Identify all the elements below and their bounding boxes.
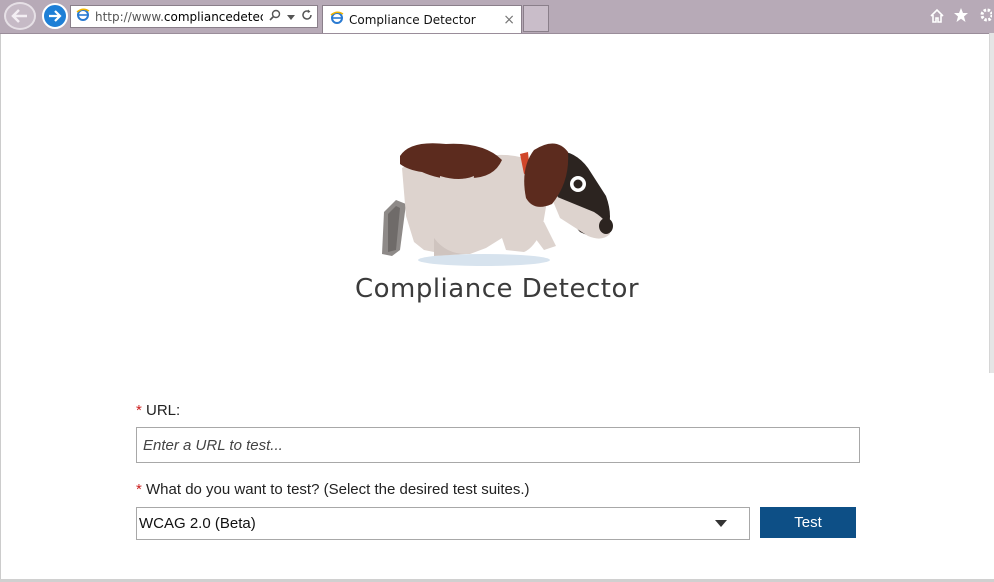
back-button[interactable] — [4, 2, 36, 30]
required-marker: * — [136, 481, 142, 498]
test-suite-label-text: What do you want to test? (Select the de… — [146, 481, 530, 498]
test-button[interactable]: Test — [760, 507, 856, 538]
home-icon[interactable] — [928, 6, 946, 24]
gear-icon[interactable] — [976, 6, 994, 24]
test-suite-selected-value: WCAG 2.0 (Beta) — [139, 515, 256, 532]
dog-logo — [382, 143, 613, 266]
arrow-left-icon — [11, 9, 27, 23]
tab-title: Compliance Detector — [349, 12, 476, 27]
test-suite-select[interactable]: WCAG 2.0 (Beta) — [136, 507, 750, 540]
address-domain: compliancedetec... — [163, 9, 263, 24]
browser-toolbar: http://www.compliancedetec... Compliance… — [0, 0, 994, 34]
refresh-icon[interactable] — [301, 9, 313, 24]
required-marker: * — [136, 402, 142, 419]
address-bar[interactable]: http://www.compliancedetec... — [70, 5, 318, 28]
ie-tab-icon — [330, 11, 344, 28]
url-input[interactable] — [136, 427, 860, 463]
new-tab-button[interactable] — [523, 5, 549, 32]
test-suite-label: * What do you want to test? (Select the … — [136, 481, 530, 498]
search-icon[interactable] — [269, 9, 281, 24]
tab-compliance-detector[interactable]: Compliance Detector × — [322, 5, 522, 33]
ie-page-icon — [76, 8, 90, 25]
forward-button[interactable] — [42, 3, 68, 29]
url-label: * URL: — [136, 402, 180, 419]
brand-title: Compliance Detector — [354, 274, 640, 304]
arrow-right-icon — [49, 10, 62, 22]
chevron-down-icon — [715, 520, 727, 527]
scrollbar[interactable] — [989, 33, 994, 373]
close-tab-icon[interactable]: × — [503, 12, 515, 28]
dropdown-arrow-icon[interactable] — [287, 10, 295, 24]
address-prefix: http://www. — [95, 9, 164, 24]
favorites-star-icon[interactable] — [952, 6, 970, 24]
url-label-text: URL: — [146, 402, 181, 419]
address-text: http://www.compliancedetec... — [95, 10, 263, 24]
